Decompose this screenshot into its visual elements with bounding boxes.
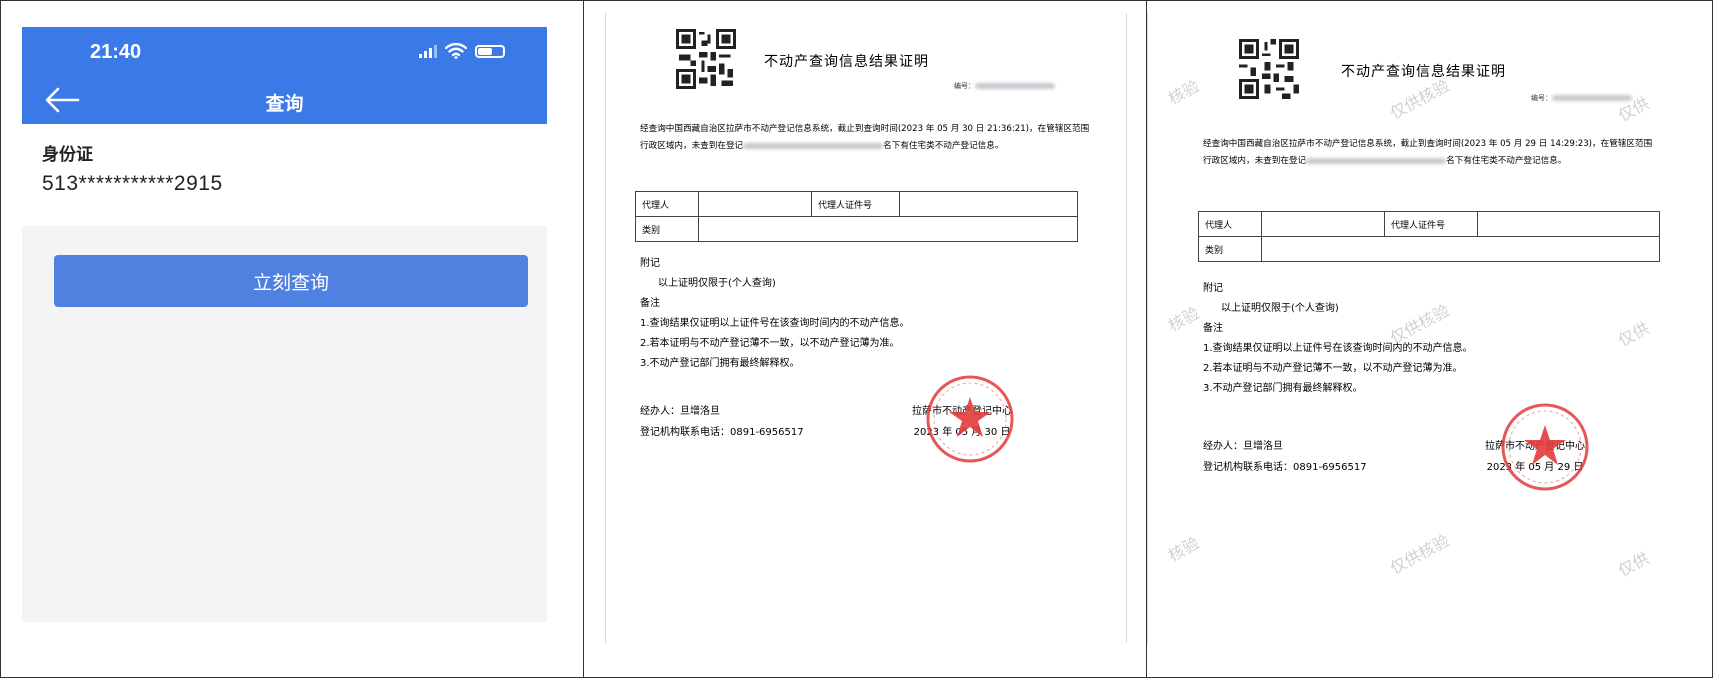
type-value: [1261, 236, 1660, 262]
handler-name: 经办人：旦增洛旦: [1203, 441, 1283, 452]
official-seal-icon: [926, 375, 1014, 463]
watermark: 核验: [1165, 303, 1203, 336]
appendix-section: 附记 以上证明仅限于(个人查询) 备注 1.查询结果仅证明以上证件号在该查询时间…: [640, 254, 910, 374]
handler-block: 经办人：旦增洛旦 登记机构联系电话：0891-6956517: [640, 401, 804, 443]
document-body: 经查询中国西藏自治区拉萨市不动产登记信息系统，截止到查询时间(2023 年 05…: [1203, 136, 1653, 170]
battery-icon: [475, 44, 505, 58]
phone-panel: 21:40 查询 身份证 513***********2915 立刻查询: [1, 1, 584, 677]
body-tail: 名下有住宅类不动产登记信息。: [1446, 156, 1567, 166]
agent-value: [698, 191, 812, 217]
agent-value: [1261, 211, 1385, 237]
phone-screen: 21:40 查询 身份证 513***********2915 立刻查询: [22, 27, 547, 622]
watermark: 核验: [1165, 533, 1203, 566]
appendix-heading: 附记: [640, 258, 660, 269]
agent-label: 代理人: [635, 191, 699, 217]
document-number-label: 编号：: [954, 82, 975, 90]
official-seal-icon: [1501, 403, 1589, 491]
blurred-name: [743, 142, 884, 149]
type-label: 类别: [1198, 236, 1262, 262]
type-label: 类别: [635, 216, 699, 242]
qr-code-icon: [1239, 39, 1299, 99]
contact-phone: 登记机构联系电话：0891-6956517: [640, 427, 804, 438]
id-number: 513***********2915: [42, 172, 223, 195]
document-body: 经查询中国西藏自治区拉萨市不动产登记信息系统，截止到查询时间(2023 年 05…: [640, 121, 1090, 155]
handler-name: 经办人：旦增洛旦: [640, 406, 720, 417]
agent-id-label: 代理人证件号: [811, 191, 900, 217]
document-number: 编号：: [954, 81, 1055, 91]
status-icons: [419, 43, 505, 59]
agent-label: 代理人: [1198, 211, 1262, 237]
certificate-panel-1: 不动产查询信息结果证明 编号： 经查询中国西藏自治区拉萨市不动产登记信息系统，截…: [584, 1, 1147, 677]
page-edge: [605, 13, 606, 643]
agent-table: 代理人 代理人证件号 类别: [1198, 211, 1660, 262]
blurred-number: [975, 83, 1055, 89]
blurred-name: [1306, 157, 1447, 164]
watermark: 核验: [1165, 76, 1203, 109]
screenshot-grid: 21:40 查询 身份证 513***********2915 立刻查询 不动产…: [0, 0, 1713, 678]
app-bar: 21:40 查询: [22, 27, 547, 124]
document-number-label: 编号：: [1531, 94, 1552, 102]
note-item: 2.若本证明与不动产登记薄不一致，以不动产登记薄为准。: [640, 338, 900, 349]
signal-icon: [419, 44, 437, 58]
note-item: 2.若本证明与不动产登记薄不一致，以不动产登记薄为准。: [1203, 363, 1463, 374]
appendix-heading: 附记: [1203, 283, 1223, 294]
id-label: 身份证: [42, 145, 93, 165]
document-title: 不动产查询信息结果证明: [764, 54, 929, 70]
type-value: [698, 216, 1078, 242]
query-now-button[interactable]: 立刻查询: [54, 255, 528, 307]
watermark: 仅供核验: [1386, 530, 1453, 578]
appendix-text: 以上证明仅限于(个人查询): [658, 278, 776, 289]
handler-block: 经办人：旦增洛旦 登记机构联系电话：0891-6956517: [1203, 436, 1367, 478]
wifi-icon: [445, 43, 467, 59]
note-item: 1.查询结果仅证明以上证件号在该查询时间内的不动产信息。: [1203, 343, 1473, 354]
notes-heading: 备注: [640, 298, 660, 309]
watermark: 仅供: [1615, 318, 1653, 351]
note-item: 1.查询结果仅证明以上证件号在该查询时间内的不动产信息。: [640, 318, 910, 329]
agent-id-value: [899, 191, 1078, 217]
body-tail: 名下有住宅类不动产登记信息。: [883, 141, 1004, 151]
note-item: 3.不动产登记部门拥有最终解释权。: [640, 358, 800, 369]
id-card-section: 身份证 513***********2915: [22, 124, 547, 226]
certificate-panel-2: 不动产查询信息结果证明 编号： 经查询中国西藏自治区拉萨市不动产登记信息系统，截…: [1147, 1, 1712, 677]
contact-phone: 登记机构联系电话：0891-6956517: [1203, 462, 1367, 473]
note-item: 3.不动产登记部门拥有最终解释权。: [1203, 383, 1363, 394]
agent-id-label: 代理人证件号: [1384, 211, 1478, 237]
qr-code-icon: [676, 29, 736, 89]
document-title: 不动产查询信息结果证明: [1341, 64, 1506, 80]
status-time: 21:40: [90, 41, 142, 63]
agent-table: 代理人 代理人证件号 类别: [635, 191, 1078, 242]
page-edge: [1147, 13, 1148, 643]
page-title: 查询: [265, 93, 304, 115]
agent-id-value: [1477, 211, 1660, 237]
watermark: 仅供: [1615, 548, 1653, 581]
page-edge: [1126, 13, 1127, 643]
appendix-section: 附记 以上证明仅限于(个人查询) 备注 1.查询结果仅证明以上证件号在该查询时间…: [1203, 279, 1473, 399]
